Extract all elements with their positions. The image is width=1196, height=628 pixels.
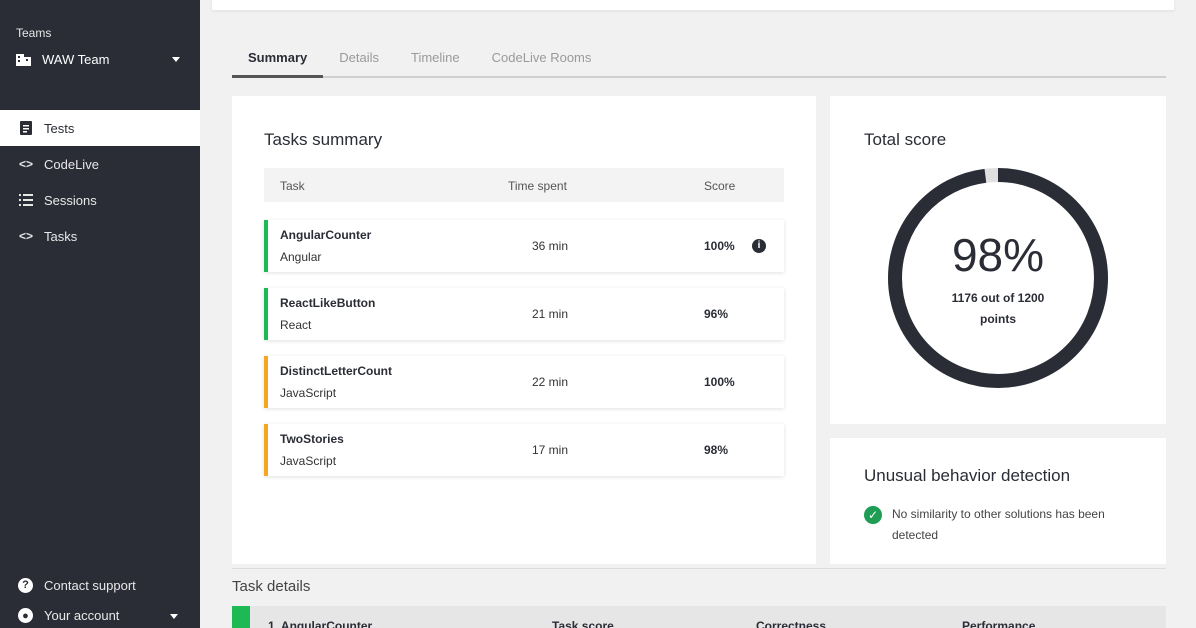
code-icon: <> [18, 229, 33, 243]
task-name: AngularCounter [280, 228, 372, 242]
task-status-bar [264, 424, 268, 476]
contact-support-link[interactable]: ? Contact support [0, 568, 200, 602]
document-icon [18, 121, 34, 135]
user-icon: ● [18, 608, 33, 623]
score-points-line2: points [980, 312, 1016, 326]
building-icon [16, 54, 31, 66]
team-name: WAW Team [42, 51, 110, 67]
task-row[interactable]: DistinctLetterCount JavaScript 22 min 10… [264, 356, 784, 408]
column-header-task: Task [280, 179, 305, 193]
task-time: 21 min [532, 307, 569, 321]
task-row[interactable]: ReactLikeButton React 21 min 96% [264, 288, 784, 340]
task-score: 96% [704, 307, 729, 321]
sidebar-item-codelive[interactable]: <> CodeLive [0, 146, 200, 182]
contact-support-label: Contact support [44, 577, 136, 593]
task-name: DistinctLetterCount [280, 364, 392, 378]
tab-timeline[interactable]: Timeline [395, 40, 476, 78]
task-name: ReactLikeButton [280, 296, 376, 310]
divider [232, 568, 1166, 569]
check-circle-icon: ✓ [864, 506, 882, 524]
column-header-score: Score [704, 179, 736, 193]
score-donut: 98% 1176 out of 1200 points [886, 166, 1110, 390]
performance-header: Performance [962, 619, 1036, 628]
task-language: Angular [280, 250, 322, 264]
task-detail-row[interactable]: 1. AngularCounter Task score Correctness… [232, 606, 1166, 628]
your-account-label: Your account [44, 608, 120, 623]
task-score: 98% [704, 443, 729, 457]
total-score-title: Total score [864, 130, 947, 149]
task-details-title: Task details [232, 578, 311, 595]
tasks-table-header: Task Time spent Score [264, 168, 784, 202]
score-points: 1176 out of 1200 points [938, 288, 1058, 330]
task-status-bar [264, 220, 268, 272]
sidebar-item-label: Tests [44, 120, 75, 136]
score-points-line1: 1176 out of 1200 [951, 291, 1045, 305]
help-icon: ? [18, 577, 33, 593]
tab-details[interactable]: Details [323, 40, 395, 78]
tasks-summary-card: Tasks summary Task Time spent Score Angu… [232, 96, 816, 564]
top-bar [212, 0, 1174, 10]
teams-label: Teams [16, 26, 52, 40]
task-time: 17 min [532, 443, 569, 457]
sidebar-item-label: Sessions [44, 192, 97, 208]
list-icon [18, 194, 34, 206]
code-icon: <> [18, 157, 33, 171]
sidebar-item-sessions[interactable]: Sessions [0, 182, 200, 218]
task-language: React [280, 318, 312, 332]
tasks-summary-title: Tasks summary [264, 130, 383, 149]
chevron-down-icon [172, 56, 180, 62]
your-account-menu[interactable]: ● Your account [0, 602, 200, 628]
task-row[interactable]: AngularCounter Angular 36 min 100% i [264, 220, 784, 272]
total-score-card: Total score 98% 1176 out of 1200 points [830, 96, 1166, 424]
tab-bar: Summary Details Timeline CodeLive Rooms [232, 40, 1166, 78]
sidebar-bottom-nav: ? Contact support ● Your account [0, 568, 200, 628]
column-header-time: Time spent [508, 179, 567, 193]
correctness-header: Correctness [756, 619, 827, 628]
unusual-behavior-card: Unusual behavior detection ✓ No similari… [830, 438, 1166, 564]
sidebar: Teams WAW Team Tests <> CodeLive Session… [0, 0, 200, 628]
score-percent: 98% [951, 229, 1045, 281]
sidebar-nav: Tests <> CodeLive Sessions <> Tasks [0, 110, 200, 254]
task-score: 100% [704, 375, 735, 389]
sidebar-item-tests[interactable]: Tests [0, 110, 200, 146]
task-status-bar [264, 288, 268, 340]
sidebar-item-label: Tasks [44, 228, 78, 244]
task-detail-name: 1. AngularCounter [268, 619, 373, 628]
team-selector[interactable]: WAW Team [16, 50, 186, 68]
unusual-behavior-title: Unusual behavior detection [864, 466, 1071, 485]
sidebar-item-tasks[interactable]: <> Tasks [0, 218, 200, 254]
task-row[interactable]: TwoStories JavaScript 17 min 98% [264, 424, 784, 476]
task-score: 100% [704, 239, 735, 253]
task-language: JavaScript [280, 454, 337, 468]
unusual-behavior-message: No similarity to other solutions has bee… [892, 507, 1105, 542]
task-status-bar [232, 606, 250, 628]
tab-summary[interactable]: Summary [232, 40, 324, 78]
task-status-bar [264, 356, 268, 408]
tab-codelive-rooms[interactable]: CodeLive Rooms [476, 40, 608, 78]
sidebar-item-label: CodeLive [44, 156, 99, 172]
task-score-header: Task score [552, 619, 614, 628]
info-icon[interactable]: i [752, 239, 766, 253]
task-time: 36 min [532, 239, 569, 253]
chevron-down-icon [170, 614, 178, 619]
task-language: JavaScript [280, 386, 337, 400]
task-time: 22 min [532, 375, 569, 389]
task-name: TwoStories [280, 432, 344, 446]
